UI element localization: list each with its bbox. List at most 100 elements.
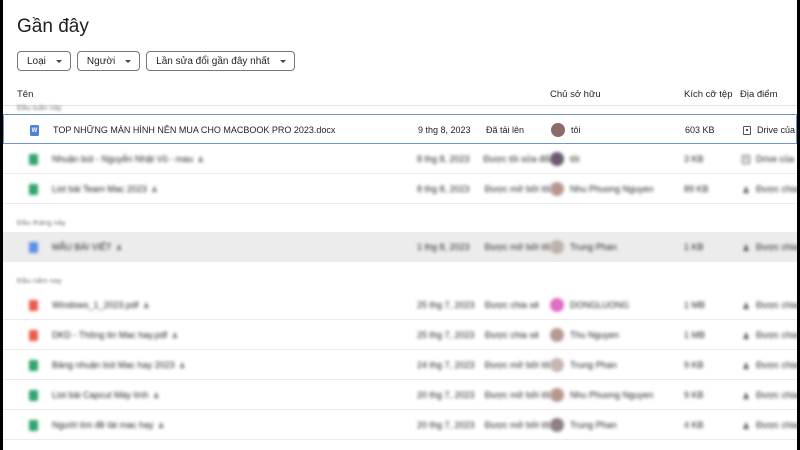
owner-cell: Nhu Phuong Nguyen: [550, 380, 680, 410]
file-size: 9 KB: [684, 390, 704, 400]
file-name[interactable]: Bảng nhuận bút Mac hay 2023: [52, 360, 175, 370]
owner-name: Thu Nguyen: [570, 330, 620, 340]
owner-cell: Thu Nguyen: [550, 320, 680, 350]
file-size: 1 MB: [684, 330, 706, 340]
sheets-icon: [29, 420, 38, 431]
file-row[interactable]: MẪU BÀI VIẾT ♟ 1 thg 8, 2023 Được mở bởi tô…: [3, 232, 797, 262]
file-size: 9 KB: [684, 360, 704, 370]
owner-name: Nhu Phuong Nguyen: [570, 184, 654, 194]
file-name[interactable]: List bài Capcut Máy tính: [52, 390, 149, 400]
shared-icon: ♟: [742, 184, 751, 195]
owner-cell: Trung Phan: [550, 232, 680, 262]
avatar: [550, 388, 564, 402]
location-text[interactable]: Được chia: [756, 184, 797, 194]
location-cell: ♟ Được chia: [742, 232, 797, 262]
shared-icon: ♟: [742, 390, 751, 401]
file-row[interactable]: Windows_1_2023.pdf ♟ 25 thg 7, 2023 Được ch…: [3, 290, 797, 320]
owner-name: tôi: [571, 125, 581, 135]
location-text[interactable]: Được chia: [756, 300, 797, 310]
file-row[interactable]: List bài Team Mac 2023 ♟ 8 thg 8, 2023 Được…: [3, 174, 797, 204]
location-text[interactable]: Được chia: [756, 360, 797, 370]
location-cell: ♟ Được chia: [742, 290, 797, 320]
chevron-down-icon: [279, 59, 286, 63]
avatar: [550, 182, 564, 196]
file-name[interactable]: MẪU BÀI VIẾT: [52, 242, 112, 252]
avatar: [550, 152, 564, 166]
owner-name: Trung Phan: [570, 242, 617, 252]
file-name[interactable]: List bài Team Mac 2023: [52, 184, 147, 194]
location-cell: ♟ Được chia: [742, 350, 797, 380]
location-text[interactable]: Được chia: [756, 390, 797, 400]
file-row[interactable]: Người tìm đề tài mac hay ♟ 20 thg 7, 2023 Đ…: [3, 410, 797, 440]
shared-people-icon: ♟: [178, 360, 186, 370]
file-row[interactable]: Nhuận bút - Nguyễn Nhật Vũ - mau ♟ 8 thg 8…: [3, 144, 797, 174]
modified-date: 24 thg 7, 2023: [417, 360, 475, 370]
chevron-down-icon: [55, 59, 62, 63]
file-name-cell: Người tìm đề tài mac hay ♟: [52, 410, 412, 440]
location-text[interactable]: Được chia: [756, 420, 797, 430]
modified-cell: 20 thg 7, 2023 Được mở bởi tôi: [417, 410, 551, 440]
file-name[interactable]: Windows_1_2023.pdf: [52, 300, 139, 310]
modified-filter-chip[interactable]: Lần sửa đổi gần đây nhất: [146, 51, 295, 71]
shared-icon: ♟: [742, 330, 751, 341]
shared-icon: ♟: [742, 420, 751, 431]
shared-people-icon: ♟: [157, 420, 165, 430]
avatar: [550, 418, 564, 432]
column-size[interactable]: Kích cỡ tệp: [684, 89, 732, 100]
location-text[interactable]: Được chia: [756, 330, 797, 340]
file-row[interactable]: Bảng nhuận bút Mac hay 2023 ♟ 24 thg 7, 20…: [3, 350, 797, 380]
modified-date: 8 thg 8, 2023: [417, 154, 470, 164]
file-row[interactable]: W TOP NHỮNG MÀN HÌNH NÊN MUA CHO MACBOOK …: [3, 114, 797, 144]
file-name[interactable]: DKD - Thông tin Mac hay.pdf: [52, 330, 167, 340]
modified-activity: Được chia sẻ: [485, 300, 539, 310]
drive-icon: [743, 125, 751, 135]
owner-name: DONGLUONG: [570, 300, 630, 310]
people-filter-chip[interactable]: Người: [76, 51, 141, 71]
type-filter-chip[interactable]: Loại: [17, 51, 71, 71]
owner-cell: tôi: [551, 115, 681, 145]
file-size: 3 KB: [684, 154, 704, 164]
section-earlier-this-year: Đầu năm nay: [17, 276, 62, 285]
modified-date: 25 thg 7, 2023: [417, 330, 475, 340]
location-cell: ♟ Được chia: [742, 380, 797, 410]
avatar: [550, 298, 564, 312]
modified-date: 9 thg 8, 2023: [418, 125, 471, 135]
shared-icon: ♟: [742, 300, 751, 311]
chevron-down-icon: [125, 59, 132, 63]
modified-filter-label: Lần sửa đổi gần đây nhất: [156, 55, 270, 67]
modified-date: 8 thg 8, 2023: [417, 184, 470, 194]
shared-people-icon: ♟: [152, 390, 160, 400]
file-name-cell: MẪU BÀI VIẾT ♟: [52, 232, 412, 262]
modified-activity: Được mở bởi tôi: [484, 420, 551, 430]
modified-activity: Được mở bởi tôi: [484, 184, 551, 194]
location-cell: ♟ Được chia: [742, 174, 797, 204]
location-cell: Drive của: [743, 115, 797, 145]
location-cell: ♟ Được chia: [742, 320, 797, 350]
file-name[interactable]: Nhuận bút - Nguyễn Nhật Vũ - mau: [52, 154, 193, 164]
file-name[interactable]: TOP NHỮNG MÀN HÌNH NÊN MUA CHO MACBOOK P…: [53, 125, 335, 135]
page-title: Gần đây: [17, 16, 89, 37]
sheets-icon: [29, 360, 38, 371]
file-name-cell: Bảng nhuận bút Mac hay 2023 ♟: [52, 350, 412, 380]
modified-date: 20 thg 7, 2023: [417, 390, 475, 400]
file-name-cell: Nhuận bút - Nguyễn Nhật Vũ - mau ♟: [52, 144, 412, 174]
sheets-icon: [29, 184, 38, 195]
location-text[interactable]: Drive của: [757, 125, 795, 135]
file-row[interactable]: DKD - Thông tin Mac hay.pdf ♟ 25 thg 7, 20…: [3, 320, 797, 350]
shared-icon: ♟: [742, 360, 751, 371]
modified-activity: Đã tải lên: [486, 125, 525, 135]
owner-name: Trung Phan: [570, 420, 617, 430]
location-text[interactable]: Drive của: [756, 154, 794, 164]
owner-cell: Trung Phan: [550, 350, 680, 380]
location-text[interactable]: Được chia: [756, 242, 797, 252]
file-name-cell: DKD - Thông tin Mac hay.pdf ♟: [52, 320, 412, 350]
file-name[interactable]: Người tìm đề tài mac hay: [52, 420, 153, 430]
avatar: [550, 240, 564, 254]
file-row[interactable]: List bài Capcut Máy tính ♟ 20 thg 7, 2023 Đ…: [3, 380, 797, 410]
shared-people-icon: ♟: [142, 300, 150, 310]
column-name[interactable]: Tên: [17, 89, 33, 100]
section-earlier-this-week: Đầu tuần này: [17, 103, 62, 112]
owner-cell: DONGLUONG: [550, 290, 680, 320]
column-owner[interactable]: Chủ sở hữu: [550, 89, 601, 100]
column-location[interactable]: Địa điểm: [740, 89, 778, 100]
